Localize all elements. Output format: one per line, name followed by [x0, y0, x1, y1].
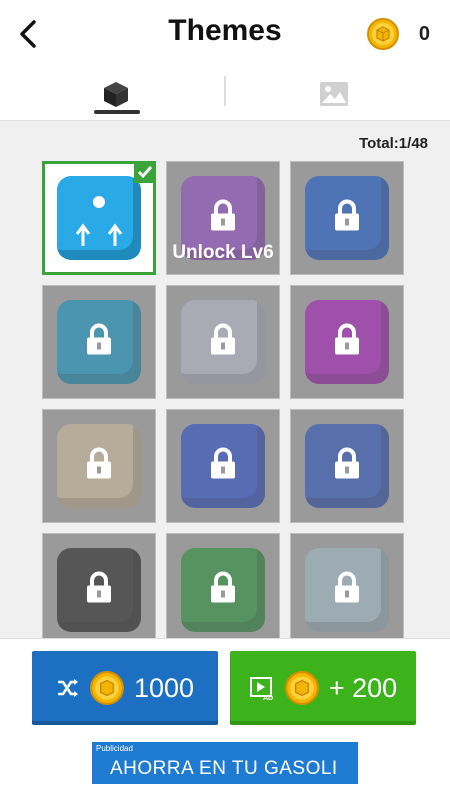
theme-tile-sun-blue[interactable] [290, 161, 404, 275]
total-count: Total:1/48 [359, 135, 428, 152]
unlock-level-label: Unlock Lv6 [172, 242, 274, 263]
theme-tile-smile-blue[interactable] [166, 409, 280, 523]
bottom-bar: 1000 AD + 200 [0, 638, 450, 731]
cube-icon [104, 82, 128, 107]
tab-backgrounds[interactable] [310, 70, 358, 118]
coin-icon [89, 671, 124, 705]
coin-icon [366, 18, 399, 50]
lock-icon [85, 571, 113, 609]
active-tab-indicator [94, 110, 140, 114]
theme-tile-eyes-yellow[interactable] [290, 409, 404, 523]
ad-label: Publicidad [96, 744, 133, 753]
theme-tabs [0, 70, 450, 120]
coin-count: 0 [418, 22, 430, 45]
lock-icon [333, 447, 361, 485]
dice-preview [57, 176, 141, 260]
lock-icon [209, 323, 237, 361]
image-icon [320, 82, 348, 106]
theme-tile-heart-teal[interactable] [42, 285, 156, 399]
theme-tile-parachute-green[interactable] [166, 533, 280, 639]
lock-icon [333, 571, 361, 609]
lock-icon [209, 199, 237, 237]
lock-icon [209, 447, 237, 485]
tab-divider [224, 76, 226, 106]
theme-tile-face-beige[interactable] [42, 409, 156, 523]
lock-icon [85, 447, 113, 485]
ad-text: AHORRA EN TU GASOLI [110, 758, 338, 779]
theme-tile-neon-magenta[interactable] [290, 285, 404, 399]
coin-icon [284, 671, 319, 705]
lock-icon [209, 571, 237, 609]
shuffle-price: 1000 [133, 672, 195, 703]
watch-ad-reward: + 200 [328, 672, 398, 703]
shuffle-icon [57, 679, 78, 697]
header: Themes 0 [0, 0, 450, 70]
coin-balance: 0 [366, 18, 430, 50]
dice-face-icon [75, 196, 123, 246]
theme-tile-rainbow-holo[interactable] [290, 533, 404, 639]
video-ad-icon: AD [249, 677, 273, 701]
theme-tile-emoji-purple[interactable]: Unlock Lv6 [166, 161, 280, 275]
shuffle-unlock-button[interactable]: 1000 [32, 651, 218, 725]
lock-icon [333, 323, 361, 361]
theme-tile-blue-dot[interactable] [42, 161, 156, 275]
ad-badge: AD [263, 695, 273, 701]
theme-tile-holo-silver[interactable] [166, 285, 280, 399]
selected-check-icon [134, 161, 156, 183]
theme-gallery[interactable]: Total:1/48 Unlock Lv6 [0, 120, 450, 639]
watch-ad-button[interactable]: AD + 200 [230, 651, 416, 725]
ad-banner[interactable]: Publicidad AHORRA EN TU GASOLI [92, 742, 358, 784]
lock-icon [85, 323, 113, 361]
lock-icon [333, 199, 361, 237]
theme-tile-neon-dark[interactable] [42, 533, 156, 639]
